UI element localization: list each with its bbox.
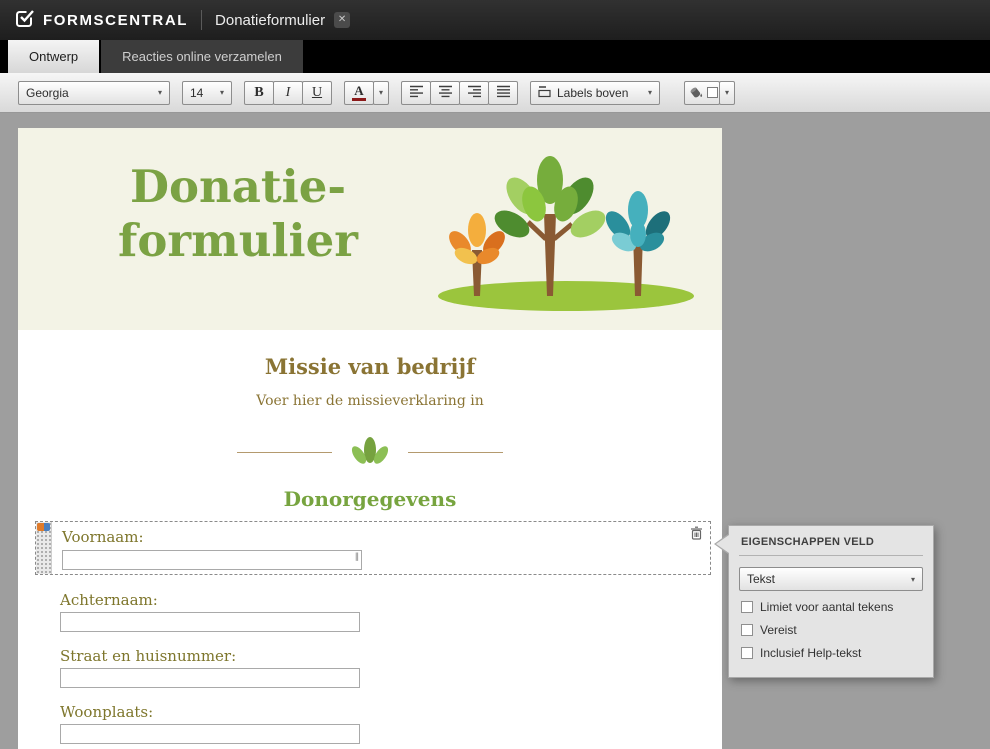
formatting-toolbar: Georgia ▾ 14 ▾ B I U A ▾ Labels boven ▾ …	[0, 73, 990, 113]
text-color-button[interactable]: A	[344, 80, 374, 105]
straat-input[interactable]	[60, 668, 360, 688]
field-label: Woonplaats:	[60, 703, 154, 721]
mission-heading[interactable]: Missie van bedrijf	[18, 354, 722, 379]
font-family-value: Georgia	[26, 85, 69, 100]
text-input-wrap: ∥	[62, 550, 362, 570]
trash-icon	[690, 525, 703, 544]
font-size-dropdown[interactable]: 14 ▾	[182, 80, 232, 105]
align-right-icon	[467, 85, 482, 101]
labels-position-icon	[538, 85, 551, 101]
main-tabs: Ontwerp Reacties online verzamelen	[0, 40, 990, 73]
option-label: Vereist	[760, 623, 797, 637]
field-drag-handle[interactable]	[36, 522, 52, 574]
fill-color-control: ▾	[684, 80, 735, 105]
field-content: Voornaam: ∥	[52, 522, 362, 574]
form-body: Missie van bedrijf Voer hier de missieve…	[18, 330, 722, 744]
checkbox-icon	[741, 647, 753, 659]
chevron-down-icon: ▾	[219, 88, 224, 97]
design-canvas[interactable]: Donatie- formulier Missie van bedrijf Vo…	[0, 113, 990, 749]
align-center-icon	[438, 85, 453, 101]
chevron-down-icon: ▾	[647, 88, 652, 97]
form-header: Donatie- formulier	[18, 128, 722, 330]
ornament-line-left	[237, 451, 332, 453]
panel-callout-arrow	[716, 535, 729, 553]
fill-color-button[interactable]	[684, 80, 720, 105]
field-type-value: Tekst	[747, 572, 776, 586]
field-type-dropdown[interactable]: Tekst ▾	[739, 567, 923, 591]
labels-position-dropdown[interactable]: Labels boven ▾	[530, 80, 660, 105]
form-title[interactable]: Donatie- formulier	[70, 160, 406, 268]
field-woonplaats[interactable]: Woonplaats:	[60, 703, 722, 744]
topbar-divider	[201, 10, 203, 30]
option-inclusief-help-tekst[interactable]: Inclusief Help-tekst	[741, 646, 921, 660]
form-title-line2: formulier	[118, 214, 358, 267]
properties-panel-title: EIGENSCHAPPEN VELD	[739, 526, 923, 556]
form-document: Donatie- formulier Missie van bedrijf Vo…	[18, 128, 722, 749]
italic-button[interactable]: I	[273, 80, 303, 105]
field-achternaam[interactable]: Achternaam:	[60, 591, 722, 632]
labels-position-value: Labels boven	[557, 85, 629, 100]
field-voornaam-selected[interactable]: Voornaam: ∥	[35, 521, 711, 575]
font-size-value: 14	[190, 85, 204, 100]
align-justify-button[interactable]	[488, 80, 518, 105]
formscentral-check-icon	[14, 7, 35, 33]
align-left-button[interactable]	[401, 80, 431, 105]
tab-reacties-online-verzamelen[interactable]: Reacties online verzamelen	[101, 40, 303, 73]
delete-field-button[interactable]	[687, 525, 705, 543]
checkbox-icon	[741, 601, 753, 613]
form-title-line1: Donatie-	[129, 160, 347, 213]
input-resize-handle[interactable]: ∥	[355, 553, 359, 563]
align-justify-icon	[496, 85, 511, 101]
alignment-group	[401, 80, 518, 105]
chevron-down-icon: ▾	[724, 88, 729, 97]
text-color-control: A ▾	[344, 80, 389, 105]
section-heading[interactable]: Donorgegevens	[18, 487, 722, 511]
ornament-line-right	[408, 451, 503, 453]
field-properties-panel: EIGENSCHAPPEN VELD Tekst ▾ Limiet voor a…	[714, 525, 934, 678]
fill-color-dropdown[interactable]: ▾	[719, 80, 735, 105]
bold-button[interactable]: B	[244, 80, 274, 105]
option-vereist[interactable]: Vereist	[741, 623, 921, 637]
chevron-down-icon: ▾	[378, 88, 383, 97]
fill-color-swatch	[706, 87, 718, 98]
option-limiet-voor-aantal-tekens[interactable]: Limiet voor aantal tekens	[741, 600, 921, 614]
option-label: Limiet voor aantal tekens	[760, 600, 894, 614]
checkbox-icon	[741, 624, 753, 636]
field-label: Achternaam:	[60, 591, 158, 609]
trees-illustration	[416, 144, 696, 320]
field-label: Straat en huisnummer:	[60, 647, 237, 665]
drag-handle-icon	[37, 523, 50, 531]
document-title: Donatieformulier	[215, 11, 326, 29]
divider-ornament	[18, 435, 722, 469]
font-family-dropdown[interactable]: Georgia ▾	[18, 80, 170, 105]
field-straat-en-huisnummer[interactable]: Straat en huisnummer:	[60, 647, 722, 688]
align-right-button[interactable]	[459, 80, 489, 105]
leaf-ornament-icon	[350, 435, 390, 469]
paint-bucket-icon	[687, 84, 704, 102]
formscentral-logo: FORMSCENTRAL	[14, 7, 188, 33]
field-label: Voornaam:	[62, 528, 144, 546]
align-center-button[interactable]	[430, 80, 460, 105]
text-color-swatch	[352, 97, 366, 101]
woonplaats-input[interactable]	[60, 724, 360, 744]
text-color-glyph: A	[354, 82, 364, 98]
text-style-group: B I U	[244, 80, 332, 105]
mission-placeholder-text[interactable]: Voer hier de missieverklaring in	[18, 393, 722, 409]
chevron-down-icon: ▾	[157, 88, 162, 97]
brand-name: FORMSCENTRAL	[43, 11, 189, 29]
underline-button[interactable]: U	[302, 80, 332, 105]
voornaam-input[interactable]	[62, 550, 362, 570]
text-color-dropdown[interactable]: ▾	[373, 80, 389, 105]
top-bar: FORMSCENTRAL Donatieformulier ✕	[0, 0, 990, 40]
close-document-icon[interactable]: ✕	[334, 12, 351, 28]
align-left-icon	[409, 85, 424, 101]
tab-ontwerp[interactable]: Ontwerp	[8, 40, 100, 73]
form-fields: Voornaam: ∥ Achternaam: Straat en huisnu…	[18, 521, 722, 744]
achternaam-input[interactable]	[60, 612, 360, 632]
chevron-down-icon: ▾	[910, 574, 915, 584]
option-label: Inclusief Help-tekst	[760, 646, 862, 660]
